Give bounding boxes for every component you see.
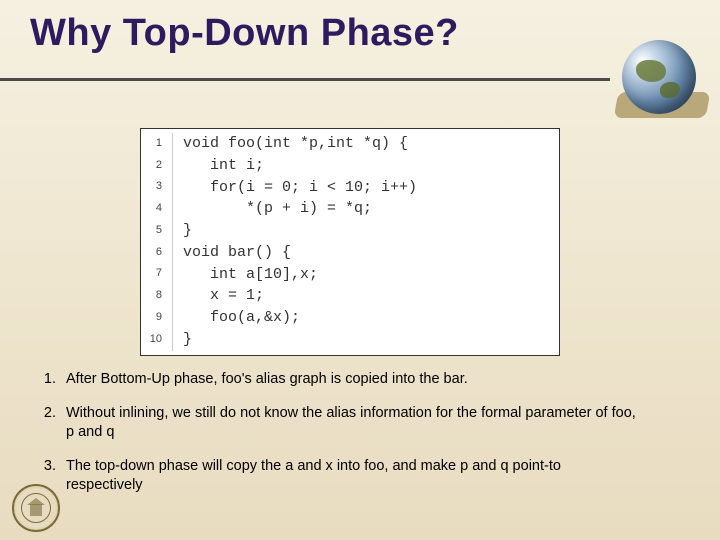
code-line: 3 for(i = 0; i < 10; i++) — [141, 177, 559, 199]
code-line: 1void foo(int *p,int *q) { — [141, 133, 559, 155]
code-line: 2 int i; — [141, 155, 559, 177]
code-text: *(p + i) = *q; — [173, 198, 372, 220]
university-seal-icon — [12, 484, 60, 532]
page-title: Why Top-Down Phase? — [30, 12, 720, 55]
line-number: 8 — [141, 285, 173, 307]
line-number: 1 — [141, 133, 173, 155]
code-line: 7 int a[10],x; — [141, 264, 559, 286]
code-text: int a[10],x; — [173, 264, 318, 286]
bullet-item: After Bottom-Up phase, foo's alias graph… — [60, 370, 640, 390]
line-number: 3 — [141, 177, 173, 199]
code-listing: 1void foo(int *p,int *q) { 2 int i; 3 fo… — [140, 128, 560, 356]
code-text: } — [173, 220, 192, 242]
code-text: x = 1; — [173, 285, 264, 307]
code-line: 6void bar() { — [141, 242, 559, 264]
code-line: 8 x = 1; — [141, 285, 559, 307]
code-text: for(i = 0; i < 10; i++) — [173, 177, 417, 199]
line-number: 6 — [141, 242, 173, 264]
bullet-item: The top-down phase will copy the a and x… — [60, 457, 640, 496]
code-line: 4 *(p + i) = *q; — [141, 198, 559, 220]
code-text: foo(a,&x); — [173, 307, 300, 329]
line-number: 9 — [141, 307, 173, 329]
line-number: 5 — [141, 220, 173, 242]
line-number: 2 — [141, 155, 173, 177]
globe-icon — [622, 40, 702, 120]
bullet-list: After Bottom-Up phase, foo's alias graph… — [60, 370, 640, 510]
line-number: 10 — [141, 329, 173, 351]
code-text: } — [173, 329, 192, 351]
code-text: int i; — [173, 155, 264, 177]
code-line: 10} — [141, 329, 559, 351]
code-text: void bar() { — [173, 242, 291, 264]
line-number: 4 — [141, 198, 173, 220]
code-line: 5} — [141, 220, 559, 242]
line-number: 7 — [141, 264, 173, 286]
title-underline — [0, 78, 610, 81]
bullet-item: Without inlining, we still do not know t… — [60, 404, 640, 443]
code-line: 9 foo(a,&x); — [141, 307, 559, 329]
code-text: void foo(int *p,int *q) { — [173, 133, 408, 155]
